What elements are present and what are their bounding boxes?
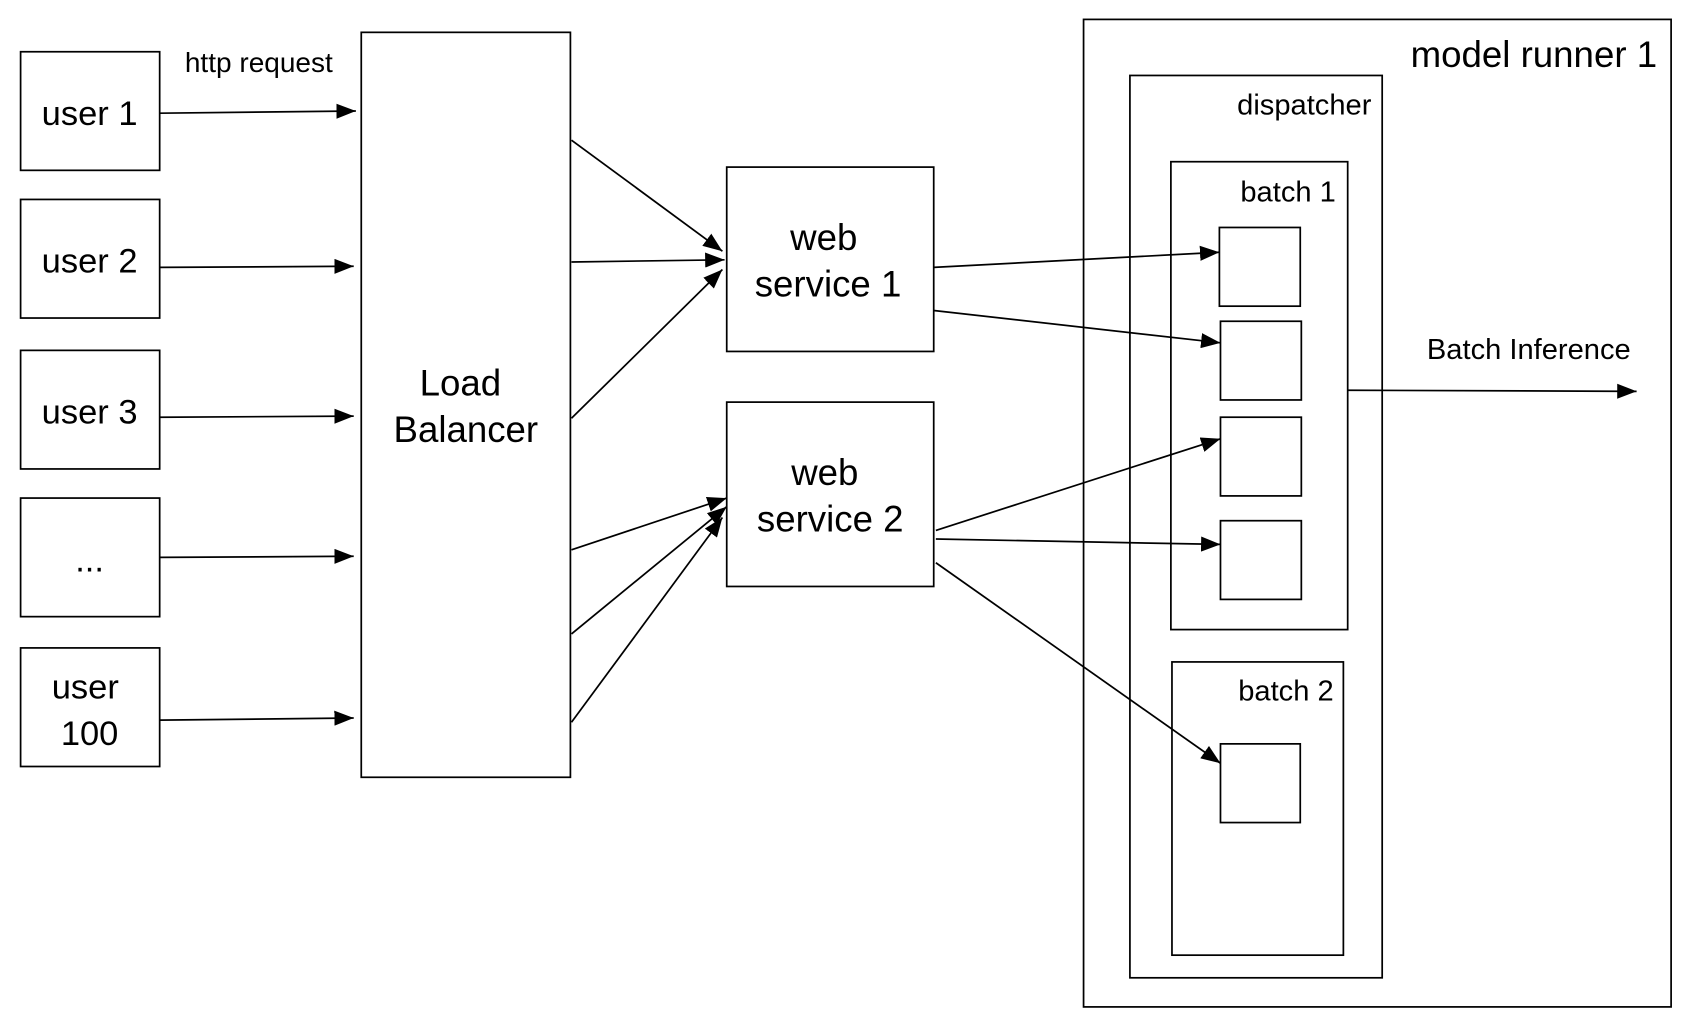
- lb-arrows: [570, 139, 728, 723]
- arrow: [159, 710, 354, 726]
- web-service-label: service 2: [757, 498, 904, 539]
- architecture-diagram: user 1 user 2 user 3 ... user 100 http r…: [19, 18, 1672, 1008]
- http-request-label: http request: [185, 47, 333, 78]
- arrow: [570, 268, 724, 419]
- load-balancer-label: Load: [420, 363, 502, 404]
- user-label: user 2: [42, 243, 138, 281]
- user-label: 100: [61, 715, 119, 753]
- user-box-3: user 3: [19, 349, 161, 470]
- user-label: ...: [75, 541, 104, 579]
- batch-label: batch 2: [1238, 676, 1333, 708]
- user-box-ellipsis: ...: [19, 497, 161, 618]
- request-slot: [1219, 519, 1303, 601]
- arrow: [571, 252, 725, 268]
- web-service-1-box: web service 1: [725, 166, 935, 353]
- arrow: [570, 516, 724, 723]
- web-service-label: web: [789, 217, 857, 258]
- web-service-2-box: web service 2: [725, 401, 935, 588]
- batch-inference-arrow: [1347, 383, 1637, 399]
- arrow: [570, 139, 723, 252]
- load-balancer-box: Load Balancer: [360, 31, 572, 779]
- request-slot: [1219, 416, 1303, 497]
- dispatcher-label: dispatcher: [1237, 89, 1372, 121]
- batch-1-box: batch 1: [1170, 160, 1349, 631]
- user-box-1: user 1: [19, 50, 161, 172]
- request-slot: [1218, 226, 1302, 308]
- request-slot: [1219, 320, 1303, 401]
- batch-inference-label: Batch Inference: [1427, 334, 1631, 366]
- user-box-2: user 2: [19, 198, 161, 319]
- web-service-label: service 1: [755, 263, 902, 304]
- web-service-label: web: [790, 452, 858, 493]
- arrow: [159, 408, 354, 424]
- user-box-100: user 100: [19, 647, 161, 768]
- arrow: [159, 258, 354, 274]
- model-runner-label: model runner 1: [1411, 34, 1657, 75]
- user-label: user 3: [42, 394, 138, 432]
- user-label: user: [52, 669, 119, 707]
- arrow: [159, 548, 354, 564]
- arrow: [570, 506, 728, 635]
- batch-label: batch 1: [1240, 177, 1335, 209]
- request-slot: [1219, 742, 1302, 824]
- load-balancer-label: Balancer: [394, 409, 539, 450]
- batch-2-box: batch 2: [1171, 661, 1345, 957]
- arrow: [159, 103, 356, 119]
- user-label: user 1: [42, 95, 138, 133]
- user-arrows: [159, 103, 356, 726]
